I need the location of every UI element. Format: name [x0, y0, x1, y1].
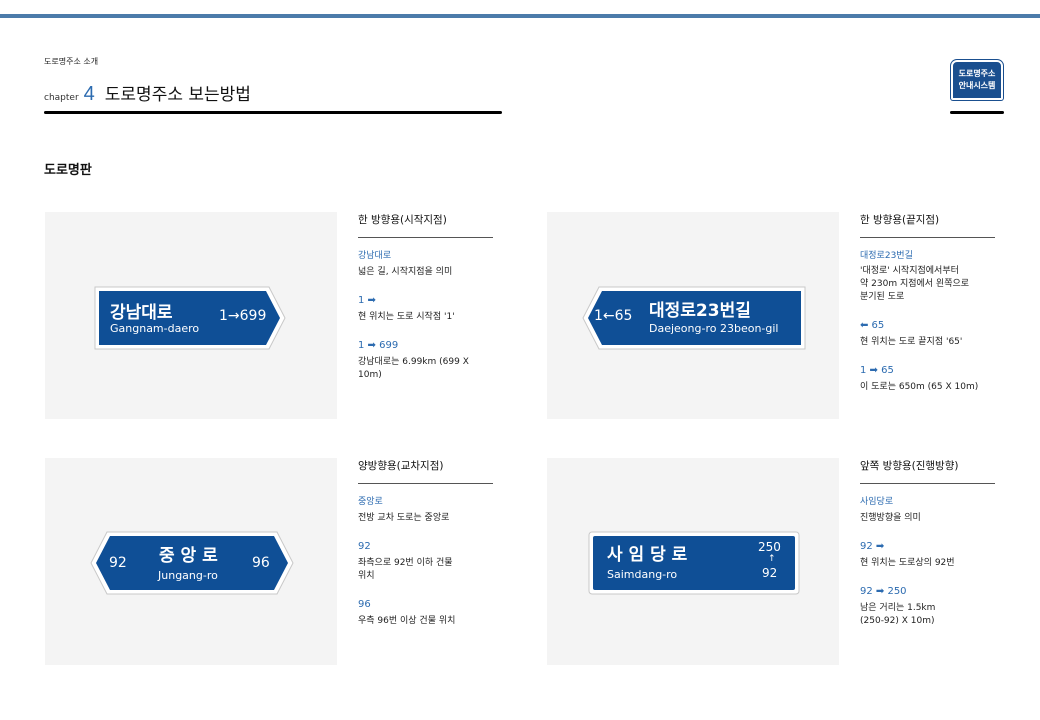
- desc-road-name: 중앙로: [358, 497, 383, 507]
- logo-line-1: 도로명주소: [958, 69, 996, 78]
- jungang-left-number: 92: [109, 555, 127, 571]
- desc-line: 좌측으로 92번 이하 건물: [358, 558, 453, 568]
- desc-range: 92 ➡ 250: [860, 586, 907, 597]
- chapter-number: 4: [83, 83, 95, 105]
- sign-card-jungang: 92 중 앙 로 Jungang-ro 96: [45, 458, 337, 665]
- desc-one-way-start: 한 방향용(시작지점) 강남대로 넓은 길, 시작지점을 의미 1 ➡ 현 위치…: [358, 212, 493, 382]
- desc-end-number: ⬅ 65: [860, 320, 885, 331]
- top-accent-bar: [0, 14, 1040, 18]
- page-title: 도로명주소 보는방법: [104, 85, 251, 105]
- desc-line: (250-92) X 10m): [860, 616, 935, 626]
- title-underline: [44, 111, 502, 114]
- desc-road-name: 대정로23번길: [860, 251, 913, 261]
- desc-text: '대정로' 시작지점에서부터 약 230m 지점에서 왼쪽으로 분기된 도로: [860, 265, 995, 304]
- saimdang-arrow-up: ↑: [768, 554, 776, 564]
- desc-text: 남은 거리는 1.5km (250-92) X 10m): [860, 602, 995, 628]
- desc-line: 분기된 도로: [860, 292, 905, 302]
- desc-title: 앞쪽 방향용(진행방향): [860, 458, 995, 484]
- jungang-right-number: 96: [252, 555, 270, 571]
- desc-road-name: 사임당로: [860, 497, 894, 507]
- desc-start-number: 1 ➡: [358, 295, 376, 306]
- desc-text: 우측 96번 이상 건물 위치: [358, 616, 456, 626]
- saimdang-name-ko: 사 임 당 로: [607, 545, 688, 565]
- desc-text: 현 위치는 도로상의 92번: [860, 558, 955, 568]
- sign-card-saimdang: 사 임 당 로 Saimdang-ro 250 ↑ 92: [547, 458, 839, 665]
- desc-title: 한 방향용(끝지점): [860, 212, 995, 238]
- logo-line-2: 안내시스템: [958, 81, 996, 90]
- gangnam-name-en: Gangnam-daero: [110, 322, 200, 335]
- sign-card-gangnam: 강남대로 Gangnam-daero 1→699: [45, 212, 337, 419]
- jungang-name-en: Jungang-ro: [158, 569, 218, 582]
- desc-forward: 앞쪽 방향용(진행방향) 사임당로 진행방향을 의미 92 ➡ 현 위치는 도로…: [860, 458, 995, 628]
- chapter-heading: chapter 4 도로명주소 보는방법: [44, 80, 251, 106]
- desc-text: 진행방향을 의미: [860, 513, 921, 523]
- daejeong-name-en: Daejeong-ro 23beon-gil: [649, 322, 779, 335]
- gangnam-name-ko: 강남대로: [110, 303, 173, 323]
- desc-right-number: 96: [358, 599, 371, 610]
- desc-left-number: 92: [358, 541, 371, 552]
- desc-line: 위치: [358, 571, 375, 581]
- section-title: 도로명판: [44, 163, 92, 178]
- desc-two-way: 양방향용(교차지점) 중앙로 전방 교차 도로는 중앙로 92 좌측으로 92번…: [358, 458, 493, 628]
- desc-text: 이 도로는 650m (65 X 10m): [860, 382, 979, 392]
- daejeong-name-ko: 대정로23번길: [649, 301, 751, 321]
- desc-range: 1 ➡ 65: [860, 365, 894, 376]
- desc-text: 현 위치는 도로 시작점 '1': [358, 312, 455, 322]
- desc-line: '대정로' 시작지점에서부터: [860, 266, 959, 276]
- saimdang-name-en: Saimdang-ro: [607, 568, 678, 581]
- gangnam-range: 1→699: [219, 308, 267, 324]
- logo-underline: [950, 111, 1004, 114]
- desc-text: 넓은 길, 시작지점을 의미: [358, 267, 453, 277]
- desc-text: 현 위치는 도로 끝지점 '65': [860, 337, 963, 347]
- desc-current-number: 92 ➡: [860, 541, 885, 552]
- jungang-name-ko: 중 앙 로: [159, 546, 218, 566]
- saimdang-top-number: 250: [758, 540, 781, 554]
- chapter-label: chapter: [44, 93, 79, 103]
- breadcrumb: 도로명주소 소개: [44, 57, 99, 66]
- desc-range: 1 ➡ 699: [358, 340, 399, 351]
- saimdang-bottom-number: 92: [762, 566, 778, 580]
- desc-text: 좌측으로 92번 이하 건물 위치: [358, 557, 493, 583]
- system-logo: 도로명주소 안내시스템: [951, 60, 1003, 100]
- desc-text: 강남대로는 6.99km (699 X 10m): [358, 357, 469, 380]
- desc-title: 양방향용(교차지점): [358, 458, 493, 484]
- desc-text: 전방 교차 도로는 중앙로: [358, 513, 450, 523]
- daejeong-range: 1←65: [594, 308, 633, 324]
- desc-one-way-end: 한 방향용(끝지점) 대정로23번길 '대정로' 시작지점에서부터 약 230m…: [860, 212, 995, 394]
- desc-line: 약 230m 지점에서 왼쪽으로: [860, 279, 970, 289]
- desc-title: 한 방향용(시작지점): [358, 212, 493, 238]
- desc-road-name: 강남대로: [358, 251, 392, 261]
- sign-card-daejeong: 1←65 대정로23번길 Daejeong-ro 23beon-gil: [547, 212, 839, 419]
- desc-line: 남은 거리는 1.5km: [860, 603, 936, 613]
